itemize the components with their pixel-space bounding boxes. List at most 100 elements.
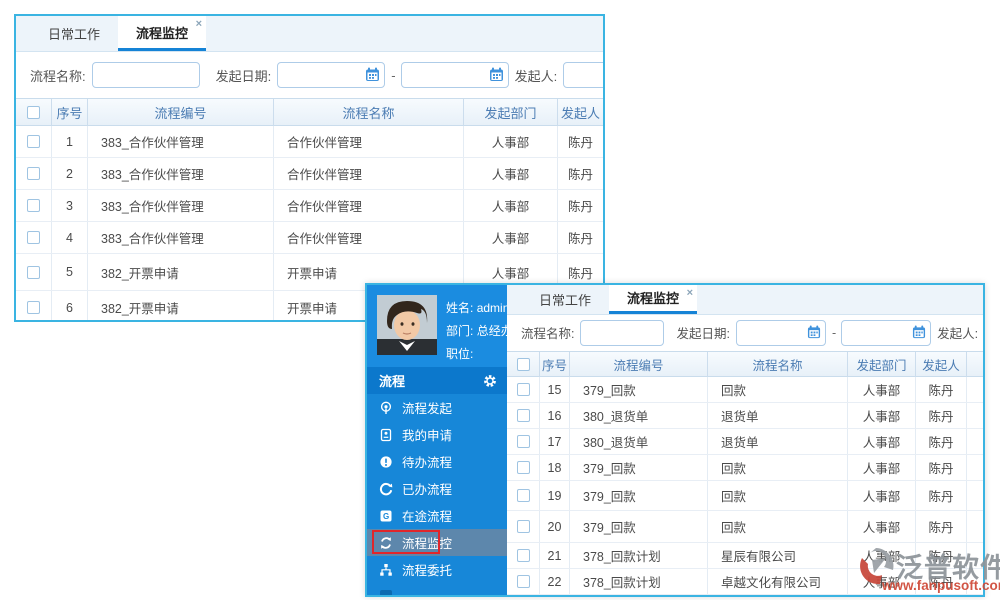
process-table: 序号 流程编号 流程名称 发起部门 发起人 15 379_回款 回款 人事部 陈…: [507, 351, 983, 595]
select-all-checkbox[interactable]: [27, 106, 40, 119]
row-checkbox[interactable]: [27, 135, 40, 148]
table-row[interactable]: 16 380_退货单 退货单 人事部 陈丹: [507, 403, 983, 429]
sidebar: 姓名: admin 部门: 总经办 职位: 流程 流程发起 我的申请 待办流程: [367, 285, 507, 595]
tab-close-icon[interactable]: ×: [687, 288, 693, 299]
row-checkbox[interactable]: [517, 461, 530, 474]
row-checkbox[interactable]: [27, 231, 40, 244]
cell-name: 回款: [708, 377, 848, 402]
gear-icon[interactable]: [483, 374, 497, 388]
sidebar-item-process-monitor[interactable]: 流程监控: [367, 529, 507, 556]
cell-initiator: 陈丹: [558, 126, 603, 157]
cell-initiator: 陈丹: [916, 543, 967, 568]
sidebar-item-my-applications[interactable]: 我的申请: [367, 421, 507, 448]
cell-code: 379_回款: [570, 377, 708, 402]
cell-initiator: 陈丹: [558, 222, 603, 253]
row-checkbox[interactable]: [27, 301, 40, 314]
calendar-icon[interactable]: [807, 325, 821, 339]
cell-code: 383_合作伙伴管理: [88, 126, 274, 157]
row-checkbox[interactable]: [27, 167, 40, 180]
table-row[interactable]: 15 379_回款 回款 人事部 陈丹: [507, 377, 983, 403]
table-row[interactable]: 22 378_回款计划 卓越文化有限公司 人事部 陈丹: [507, 569, 983, 595]
sidebar-item-process-delegation[interactable]: 流程委托: [367, 556, 507, 583]
table-header-row: 序号 流程编号 流程名称 发起部门 发起人: [507, 352, 983, 377]
cell-code: 383_合作伙伴管理: [88, 158, 274, 189]
filter-bar: 流程名称: 发起日期: - 发起人:: [507, 315, 983, 351]
row-checkbox[interactable]: [27, 266, 40, 279]
sidebar-item-pending-processes[interactable]: 待办流程: [367, 448, 507, 475]
cell-initiator: 陈丹: [916, 403, 967, 428]
sync-arrows-icon: [379, 536, 393, 550]
cell-no: 4: [52, 222, 88, 253]
sidebar-item-intransit-processes[interactable]: G 在途流程: [367, 502, 507, 529]
calendar-icon[interactable]: [489, 67, 504, 82]
sidebar-item-process-start[interactable]: 流程发起: [367, 394, 507, 421]
row-checkbox[interactable]: [517, 549, 530, 562]
initiator-input[interactable]: [984, 320, 985, 346]
partial-icon: [380, 590, 392, 595]
row-checkbox[interactable]: [517, 575, 530, 588]
header-initiator: 发起人: [558, 99, 603, 126]
row-checkbox[interactable]: [517, 409, 530, 422]
cell-code: 383_合作伙伴管理: [88, 222, 274, 253]
cell-initiator: 陈丹: [916, 481, 967, 510]
cell-dept: 人事部: [848, 455, 916, 480]
cell-code: 378_回款计划: [570, 543, 708, 568]
table-row[interactable]: 17 380_退货单 退货单 人事部 陈丹: [507, 429, 983, 455]
process-name-input[interactable]: [580, 320, 664, 346]
header-no: 序号: [540, 352, 570, 377]
row-checkbox[interactable]: [517, 520, 530, 533]
table-row[interactable]: 1 383_合作伙伴管理 合作伙伴管理 人事部 陈丹: [16, 126, 603, 158]
row-checkbox[interactable]: [27, 199, 40, 212]
header-code: 流程编号: [88, 99, 274, 126]
cell-initiator: 陈丹: [916, 511, 967, 542]
tab-daily-work[interactable]: 日常工作: [521, 285, 609, 314]
table-row[interactable]: 4 383_合作伙伴管理 合作伙伴管理 人事部 陈丹: [16, 222, 603, 254]
cell-no: 22: [540, 569, 570, 594]
cell-code: 379_回款: [570, 455, 708, 480]
tab-bar: 日常工作 流程监控 ×: [507, 285, 983, 315]
process-name-input[interactable]: [92, 62, 200, 88]
select-all-checkbox[interactable]: [517, 358, 530, 371]
table-row[interactable]: 20 379_回款 回款 人事部 陈丹: [507, 511, 983, 543]
cell-code: 378_回款计划: [570, 569, 708, 594]
cell-dept: 人事部: [464, 190, 558, 221]
cell-initiator: 陈丹: [916, 377, 967, 402]
sidebar-section-process[interactable]: 流程: [367, 367, 507, 394]
cell-initiator: 陈丹: [916, 569, 967, 594]
table-row[interactable]: 19 379_回款 回款 人事部 陈丹: [507, 481, 983, 511]
tab-daily-work[interactable]: 日常工作: [30, 16, 118, 51]
cell-name: 合作伙伴管理: [274, 158, 464, 189]
header-no: 序号: [52, 99, 88, 126]
cell-initiator: 陈丹: [916, 429, 967, 454]
row-checkbox[interactable]: [517, 435, 530, 448]
cell-dept: 人事部: [848, 543, 916, 568]
cell-name: 回款: [708, 511, 848, 542]
table-row[interactable]: 18 379_回款 回款 人事部 陈丹: [507, 455, 983, 481]
process-name-label: 流程名称:: [521, 323, 574, 342]
row-checkbox[interactable]: [517, 489, 530, 502]
tab-process-monitor[interactable]: 流程监控 ×: [118, 16, 206, 51]
cell-no: 16: [540, 403, 570, 428]
sidebar-item-partial[interactable]: [367, 583, 507, 595]
calendar-icon[interactable]: [912, 325, 926, 339]
cell-name: 退货单: [708, 429, 848, 454]
initiator-label: 发起人:: [937, 323, 978, 342]
start-date-label: 发起日期:: [216, 66, 272, 85]
cell-code: 379_回款: [570, 511, 708, 542]
calendar-icon[interactable]: [365, 67, 380, 82]
cell-code: 383_合作伙伴管理: [88, 190, 274, 221]
application-card-icon: [379, 428, 393, 442]
header-name: 流程名称: [274, 99, 464, 126]
cell-initiator: 陈丹: [558, 190, 603, 221]
table-row[interactable]: 21 378_回款计划 星辰有限公司 人事部 陈丹: [507, 543, 983, 569]
cell-name: 合作伙伴管理: [274, 222, 464, 253]
broadcast-icon: [379, 401, 393, 415]
sidebar-item-completed-processes[interactable]: 已办流程: [367, 475, 507, 502]
cell-dept: 人事部: [848, 481, 916, 510]
initiator-input[interactable]: [563, 62, 605, 88]
table-row[interactable]: 3 383_合作伙伴管理 合作伙伴管理 人事部 陈丹: [16, 190, 603, 222]
tab-process-monitor[interactable]: 流程监控 ×: [609, 285, 697, 314]
row-checkbox[interactable]: [517, 383, 530, 396]
table-row[interactable]: 2 383_合作伙伴管理 合作伙伴管理 人事部 陈丹: [16, 158, 603, 190]
tab-close-icon[interactable]: ×: [196, 19, 202, 30]
